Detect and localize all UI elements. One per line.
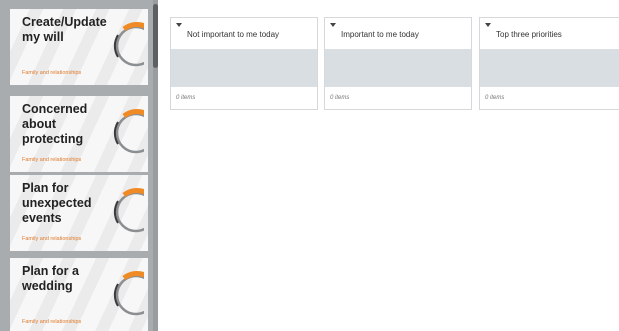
card-concerned-about-protecting[interactable]: Concerned about protecting Family and re… [10, 96, 148, 172]
caret-down-icon[interactable] [330, 23, 336, 27]
column-header: Top three priorities [480, 18, 619, 49]
card-title: Create/Update my will [22, 15, 107, 44]
card-title: Plan for unexpected events [22, 181, 92, 225]
card-category: Family and relationships [22, 70, 82, 76]
item-count: 0 items [176, 95, 196, 101]
card-category: Family and relationships [22, 157, 82, 163]
card-create-update-will[interactable]: Create/Update my will Family and relatio… [10, 9, 148, 85]
card-category: Family and relationships [22, 319, 82, 325]
progress-ring-icon [110, 270, 144, 320]
progress-ring-icon [110, 21, 144, 71]
caret-down-icon[interactable] [485, 23, 491, 27]
item-count: 0 items [485, 95, 505, 101]
drop-zone[interactable] [171, 49, 317, 87]
scrollbar-thumb[interactable] [153, 4, 158, 68]
column-title: Important to me today [341, 30, 419, 39]
column-not-important[interactable]: Not important to me today 0 items [170, 17, 318, 110]
drop-zone[interactable] [480, 49, 619, 87]
column-important[interactable]: Important to me today 0 items [324, 17, 472, 110]
card-panel: Create/Update my will Family and relatio… [0, 0, 158, 331]
card-plan-unexpected-events[interactable]: Plan for unexpected events Family and re… [10, 175, 148, 251]
card-title: Concerned about protecting [22, 102, 88, 146]
column-header: Not important to me today [171, 18, 317, 49]
caret-down-icon[interactable] [176, 23, 182, 27]
card-title: Plan for a wedding [22, 264, 79, 293]
card-category: Family and relationships [22, 236, 82, 242]
column-header: Important to me today [325, 18, 471, 49]
progress-ring-icon [110, 108, 144, 158]
drop-zone[interactable] [325, 49, 471, 87]
column-top-three[interactable]: Top three priorities 0 items [479, 17, 619, 110]
column-title: Not important to me today [187, 30, 280, 39]
progress-ring-icon [110, 187, 144, 237]
item-count: 0 items [330, 95, 350, 101]
card-plan-wedding[interactable]: Plan for a wedding Family and relationsh… [10, 258, 148, 331]
column-title: Top three priorities [496, 30, 562, 39]
